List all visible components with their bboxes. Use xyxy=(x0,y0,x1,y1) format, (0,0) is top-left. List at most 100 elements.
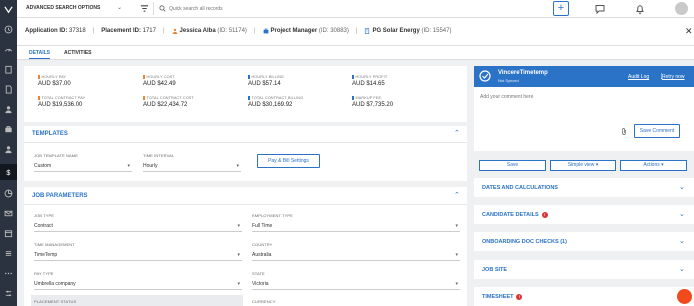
avatar[interactable] xyxy=(675,2,688,15)
application-id: 37318 xyxy=(69,28,86,34)
svg-text:$: $ xyxy=(6,168,10,177)
accordion-dates-calculations[interactable]: DATES AND CALCULATIONS ⌄ xyxy=(474,178,694,197)
stat-value: AUD $19,536.00 xyxy=(38,102,83,108)
dashboard-icon[interactable] xyxy=(3,44,14,55)
placement-label: Placement ID: xyxy=(101,28,141,34)
record-header: Application ID: 37318 | Placement ID: 17… xyxy=(17,18,694,46)
stat-markup-fee: MARKUP FEE AUD $7,735.20 xyxy=(352,96,393,108)
company-icon xyxy=(365,28,370,34)
more-icon[interactable] xyxy=(3,268,14,279)
company-name[interactable]: PG Solar Energy xyxy=(372,28,419,34)
chat-icon[interactable] xyxy=(595,4,605,14)
stats-panel: HOURLY PAY AUD $37.00 HOURLY COST AUD $4… xyxy=(24,66,467,122)
integration-header: VincereTimetemp Not Synced Audit Log | R… xyxy=(474,66,694,87)
time-management-select[interactable]: TimeTemp ▾ xyxy=(34,249,242,261)
audit-log-link[interactable]: Audit Log xyxy=(628,74,649,80)
job-template-select[interactable]: Custom ▾ xyxy=(34,160,132,172)
chevron-down-icon[interactable]: ⌄ xyxy=(679,183,685,191)
help-button[interactable] xyxy=(677,289,692,304)
clipboard-icon[interactable] xyxy=(3,64,14,75)
chevron-down-icon: ▾ xyxy=(595,162,599,168)
bell-icon[interactable] xyxy=(635,4,645,14)
list-icon[interactable] xyxy=(3,248,14,259)
chevron-down-icon[interactable]: ⌄ xyxy=(679,210,685,218)
tab-details[interactable]: DETAILS xyxy=(29,50,51,59)
chevron-up-icon[interactable]: ⌃ xyxy=(454,129,460,137)
job-type-select[interactable]: Contract ▾ xyxy=(34,220,242,232)
settings-icon[interactable] xyxy=(3,288,14,299)
placement-icon[interactable]: $ xyxy=(0,164,17,180)
candidate-id: (ID: 51174) xyxy=(217,28,247,34)
sync-status: Not Synced xyxy=(498,78,519,83)
chevron-down-icon: ▾ xyxy=(237,223,240,229)
stat-hourly-billing: HOURLY BILLING AUD $57.14 xyxy=(248,75,284,87)
pay-type-value: Umbrella company xyxy=(34,281,76,287)
stat-total-contract-pay: TOTAL CONTRACT PAY AUD $19,536.00 xyxy=(38,96,85,108)
filter-icon[interactable] xyxy=(140,4,149,13)
chevron-down-icon[interactable]: ⌄ xyxy=(117,4,122,11)
left-sidebar: $ xyxy=(0,0,17,306)
job-parameters-section: JOB PARAMETERS ⌃ JOB TYPE Contract ▾ EMPL… xyxy=(24,187,467,306)
chevron-down-icon[interactable]: ⌄ xyxy=(679,265,685,273)
job-parameters-title[interactable]: JOB PARAMETERS xyxy=(32,193,88,199)
chevron-down-icon: ▾ xyxy=(236,163,239,169)
search-mode-dropdown[interactable]: ADVANCED SEARCH OPTIONS xyxy=(26,5,100,11)
accordion-timesheet[interactable]: TIMESHEET! ⌄ xyxy=(474,287,694,306)
accordion-label: TIMESHEET xyxy=(482,294,514,300)
save-comment-button[interactable]: Save Comment xyxy=(634,124,680,138)
save-button[interactable]: Save xyxy=(479,160,546,171)
stat-value: AUD $22,434.72 xyxy=(143,102,188,108)
application-label: Application ID: xyxy=(25,28,68,34)
actions-select[interactable]: Actions ▾ xyxy=(620,160,687,171)
retry-now-link[interactable]: Retry now xyxy=(662,74,685,80)
employment-type-select[interactable]: Full Time ▾ xyxy=(252,220,460,232)
employment-type-value: Full Time xyxy=(252,223,273,229)
pay-bill-settings-button[interactable]: Pay & Bill Settings xyxy=(257,154,320,168)
accordion-onboarding-doc-checks[interactable]: ONBOARDING DOC CHECKS (1) ⌄ xyxy=(474,232,694,251)
templates-title[interactable]: TEMPLATES xyxy=(32,131,68,137)
time-interval-select[interactable]: Hourly ▾ xyxy=(143,160,241,172)
history-icon[interactable] xyxy=(3,24,14,35)
job-title[interactable]: Project Manager xyxy=(271,28,318,34)
pay-type-select[interactable]: Umbrella company ▾ xyxy=(34,278,242,290)
document-icon[interactable] xyxy=(3,84,14,95)
search-input[interactable] xyxy=(169,4,339,13)
person-icon[interactable] xyxy=(3,104,14,115)
stat-label: TOTAL CONTRACT BILLING xyxy=(251,96,304,100)
state-select[interactable]: Victoria ▾ xyxy=(252,278,460,290)
country-select[interactable]: Australia ▾ xyxy=(252,249,460,261)
view-select-value: Simple view xyxy=(567,162,595,168)
error-icon: ! xyxy=(541,212,548,218)
contact-icon[interactable] xyxy=(3,144,14,155)
view-select[interactable]: Simple view ▾ xyxy=(550,160,616,171)
chevron-down-icon[interactable]: ⌄ xyxy=(679,237,685,245)
time-management-value: TimeTemp xyxy=(34,252,58,258)
search-icon xyxy=(159,5,166,12)
mail-icon[interactable] xyxy=(3,208,14,219)
stat-value: AUD $42.49 xyxy=(143,81,176,87)
briefcase-icon[interactable] xyxy=(3,124,14,135)
accordion-job-site[interactable]: JOB SITE ⌄ xyxy=(474,260,694,279)
employment-type-label: EMPLOYMENT TYPE xyxy=(252,213,293,218)
chart-icon[interactable] xyxy=(3,188,14,199)
stat-hourly-pay: HOURLY PAY AUD $37.00 xyxy=(38,75,71,87)
stat-label: TOTAL CONTRACT COST xyxy=(146,96,194,100)
job-type-value: Contract xyxy=(34,223,53,229)
stat-total-contract-billing: TOTAL CONTRACT BILLING AUD $30,169.92 xyxy=(248,96,303,108)
candidate-name[interactable]: Jessica Alba xyxy=(180,28,216,34)
paperclip-icon[interactable] xyxy=(620,127,628,136)
stat-total-contract-cost: TOTAL CONTRACT COST AUD $22,434.72 xyxy=(143,96,194,108)
accordion-candidate-details[interactable]: CANDIDATE DETAILS! ⌄ xyxy=(474,205,694,224)
main-content: HOURLY PAY AUD $37.00 HOURLY COST AUD $4… xyxy=(24,66,467,306)
comment-input[interactable] xyxy=(480,92,650,102)
accordion-label: DATES AND CALCULATIONS xyxy=(482,185,558,191)
logo-icon[interactable] xyxy=(3,4,14,15)
chevron-up-icon[interactable]: ⌃ xyxy=(454,191,460,199)
stat-label: HOURLY COST xyxy=(146,75,175,79)
tab-activities[interactable]: ACTIVITIES xyxy=(64,50,92,56)
close-icon[interactable]: ✕ xyxy=(685,26,693,37)
job-template-value: Custom xyxy=(34,163,52,169)
add-button[interactable]: + xyxy=(553,1,569,16)
accordion-label: CANDIDATE DETAILS xyxy=(482,212,539,218)
calendar-icon[interactable] xyxy=(3,228,14,239)
